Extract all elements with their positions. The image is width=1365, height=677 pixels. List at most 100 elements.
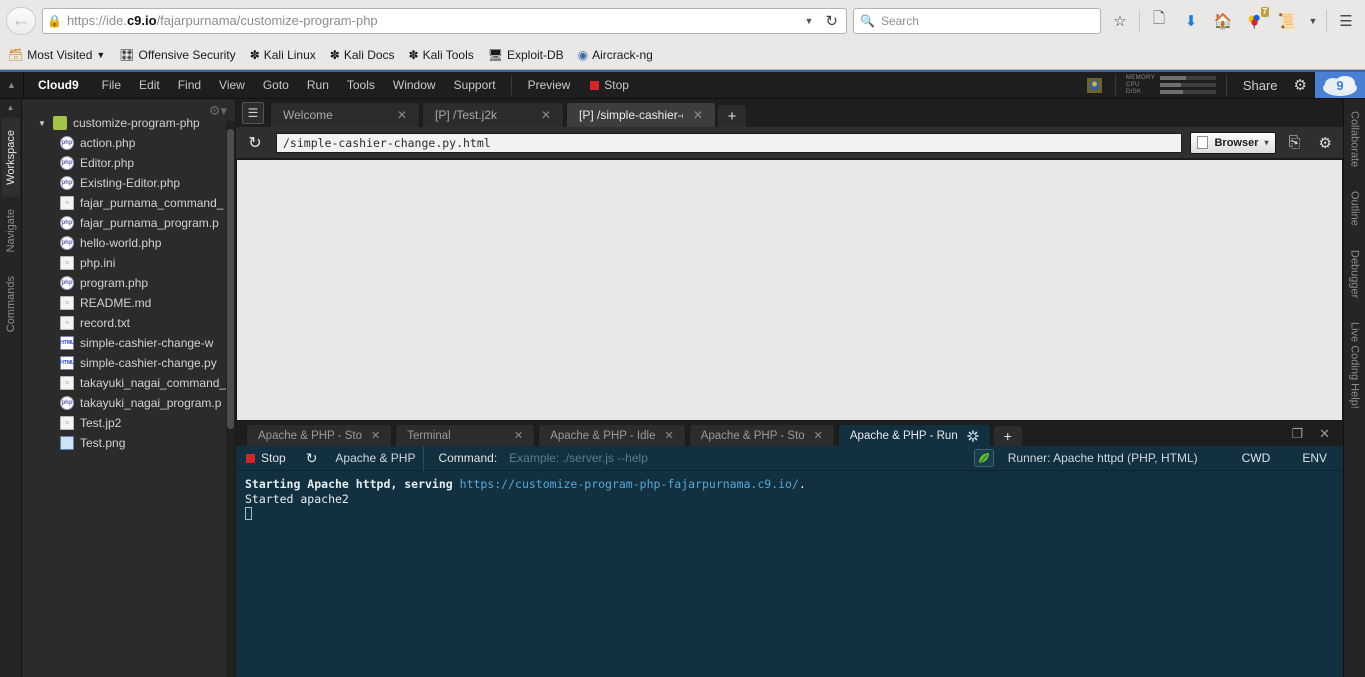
rail-tab-workspace[interactable]: Workspace <box>1 118 20 197</box>
runner-stop-button[interactable]: Stop <box>236 451 296 465</box>
menu-file[interactable]: File <box>93 72 130 98</box>
preview-viewport[interactable] <box>236 159 1343 421</box>
console-tab-terminal[interactable]: Terminal ✕ <box>395 425 536 446</box>
console-tab-apache-php-stopped-2[interactable]: Apache & PHP - Sto ✕ <box>688 425 835 446</box>
console-output[interactable]: Starting Apache httpd, serving https://c… <box>236 471 1343 677</box>
twisty-open-icon[interactable]: ▼ <box>38 119 47 128</box>
menu-view[interactable]: View <box>210 72 254 98</box>
tab-simple-cashier[interactable]: [P] /simple-cashier-c ✕ <box>566 103 717 127</box>
hamburger-menu-icon[interactable]: ☰ <box>1333 7 1359 35</box>
bookmark-kali-linux[interactable]: ✽ Kali Linux <box>250 48 316 62</box>
tree-row-file[interactable]: ≡ record.txt <box>22 313 235 333</box>
tree-row-file[interactable]: ≡ README.md <box>22 293 235 313</box>
tree-row-file[interactable]: ≡ php.ini <box>22 253 235 273</box>
close-icon[interactable]: ✕ <box>814 429 823 442</box>
extension-icon[interactable]: 📜 <box>1274 7 1300 35</box>
tree-row-file[interactable]: ≡ takayuki_nagai_command_ <box>22 373 235 393</box>
file-tree-list[interactable]: ▼ customize-program-php php action.php ph… <box>22 113 235 677</box>
menu-window[interactable]: Window <box>384 72 445 98</box>
bookmark-aircrack-ng[interactable]: ◉ Aircrack-ng <box>578 48 653 62</box>
tree-row-file[interactable]: HTML simple-cashier-change.py <box>22 353 235 373</box>
rail-tab-debugger[interactable]: Debugger <box>1346 238 1364 310</box>
addon-balloons-icon[interactable]: 7 <box>1242 6 1269 35</box>
console-tab-apache-php-stopped-1[interactable]: Apache & PHP - Sto ✕ <box>246 425 393 446</box>
bookmark-star-icon[interactable]: ☆ <box>1107 7 1133 35</box>
back-arrow-icon[interactable]: ← <box>6 6 36 35</box>
console-line-link[interactable]: https://customize-program-php-fajarpurna… <box>460 477 799 491</box>
stop-button[interactable]: Stop <box>580 72 639 98</box>
search-input[interactable]: 🔍 Search <box>853 7 1101 34</box>
env-button[interactable]: ENV <box>1286 451 1343 465</box>
menu-edit[interactable]: Edit <box>130 72 169 98</box>
close-icon[interactable]: ✕ <box>514 429 523 442</box>
bookmark-kali-docs[interactable]: ✽ Kali Docs <box>330 48 395 62</box>
runner-leaf-icon[interactable] <box>973 449 994 467</box>
file-tree-scrollbar[interactable] <box>226 121 235 677</box>
menu-find[interactable]: Find <box>169 72 210 98</box>
address-bar[interactable]: 🔒 https://ide.c9.io/fajarpurnama/customi… <box>42 7 847 34</box>
scrollbar-thumb[interactable] <box>227 129 234 429</box>
preview-url-input[interactable]: /simple-cashier-change.py.html <box>276 132 1183 153</box>
preview-button[interactable]: Preview <box>518 72 581 98</box>
gear-icon[interactable]: ⚙ <box>1286 72 1315 98</box>
tree-row-file[interactable]: ≡ fajar_purnama_command_ <box>22 193 235 213</box>
tab-list-icon[interactable]: ☰ <box>242 102 264 124</box>
tree-row-file[interactable]: php takayuki_nagai_program.p <box>22 393 235 413</box>
rail-tab-collaborate[interactable]: Collaborate <box>1346 99 1364 179</box>
menu-tools[interactable]: Tools <box>338 72 384 98</box>
tree-row-file[interactable]: ≡ Test.jp2 <box>22 413 235 433</box>
chevron-down-icon[interactable]: ▼ <box>802 16 817 26</box>
reload-icon[interactable]: ↻ <box>821 12 842 30</box>
rail-tab-commands[interactable]: Commands <box>2 264 20 344</box>
command-input[interactable]: Example: ./server.js --help <box>509 451 648 465</box>
bookmark-kali-tools[interactable]: ✽ Kali Tools <box>409 48 474 62</box>
gear-icon[interactable]: ⚙ <box>1314 134 1337 152</box>
tree-row-file[interactable]: php Editor.php <box>22 153 235 173</box>
close-icon[interactable]: ✕ <box>664 429 673 442</box>
tree-row-file[interactable]: Test.png <box>22 433 235 453</box>
tree-row-file[interactable]: php action.php <box>22 133 235 153</box>
popout-window-icon[interactable]: ⎘ <box>1284 134 1306 151</box>
share-button[interactable]: Share <box>1235 72 1286 98</box>
rail-tab-outline[interactable]: Outline <box>1346 179 1364 238</box>
tab-welcome[interactable]: Welcome ✕ <box>270 103 420 127</box>
tree-row-file[interactable]: php Existing-Editor.php <box>22 173 235 193</box>
menu-run[interactable]: Run <box>298 72 338 98</box>
cwd-button[interactable]: CWD <box>1226 451 1287 465</box>
menu-cloud9[interactable]: Cloud9 <box>24 72 93 98</box>
console-tab-apache-php-running[interactable]: Apache & PHP - Run <box>837 425 991 446</box>
new-tab-button[interactable]: + <box>718 105 747 127</box>
rail-tab-live-coding-help[interactable]: Live Coding Help! <box>1346 310 1364 421</box>
downloads-icon[interactable]: ⬇ <box>1178 7 1204 35</box>
tree-row-file[interactable]: php hello-world.php <box>22 233 235 253</box>
close-icon[interactable]: ✕ <box>693 108 703 122</box>
chevron-down-icon[interactable]: ▼ <box>1306 7 1320 35</box>
collapse-caret-icon[interactable]: ▲ <box>7 99 15 118</box>
tab-test-j2k[interactable]: [P] /Test.j2k ✕ <box>422 103 564 127</box>
tree-row-file[interactable]: php program.php <box>22 273 235 293</box>
tree-row-root[interactable]: ▼ customize-program-php <box>22 113 235 133</box>
menu-support[interactable]: Support <box>445 72 505 98</box>
collapse-caret-icon[interactable]: ▲ <box>0 72 24 98</box>
bookmark-exploit-db[interactable]: 🖥 Exploit-DB <box>488 48 564 62</box>
new-console-tab-button[interactable]: + <box>993 426 1022 446</box>
cloud9-logo[interactable]: 9 <box>1315 72 1365 98</box>
bookmark-offensive-security[interactable]: 🎛 Offensive Security <box>119 48 235 62</box>
reload-icon[interactable]: ↻ <box>242 133 268 153</box>
close-icon[interactable]: ✕ <box>541 108 551 122</box>
close-icon[interactable]: ✕ <box>397 108 407 122</box>
close-panel-icon[interactable]: ✕ <box>1312 426 1337 442</box>
bookmark-most-visited[interactable]: 🗃 Most Visited ▼ <box>8 48 105 62</box>
home-icon[interactable]: 🏠 <box>1210 7 1236 35</box>
workspace-avatar-icon[interactable] <box>1083 72 1107 98</box>
menu-goto[interactable]: Goto <box>254 72 298 98</box>
close-icon[interactable]: ✕ <box>371 429 380 442</box>
reload-icon[interactable]: ↻ <box>296 450 328 467</box>
reading-list-icon[interactable]: 🗋 <box>1146 7 1172 35</box>
maximize-panel-icon[interactable]: ❐ <box>1284 426 1310 442</box>
tree-row-file[interactable]: php fajar_purnama_program.p <box>22 213 235 233</box>
rail-tab-navigate[interactable]: Navigate <box>2 197 20 264</box>
console-tab-apache-php-idle[interactable]: Apache & PHP - Idle ✕ <box>538 425 686 446</box>
tree-row-file[interactable]: HTML simple-cashier-change-w <box>22 333 235 353</box>
preview-mode-dropdown[interactable]: Browser ▾ <box>1190 131 1276 154</box>
